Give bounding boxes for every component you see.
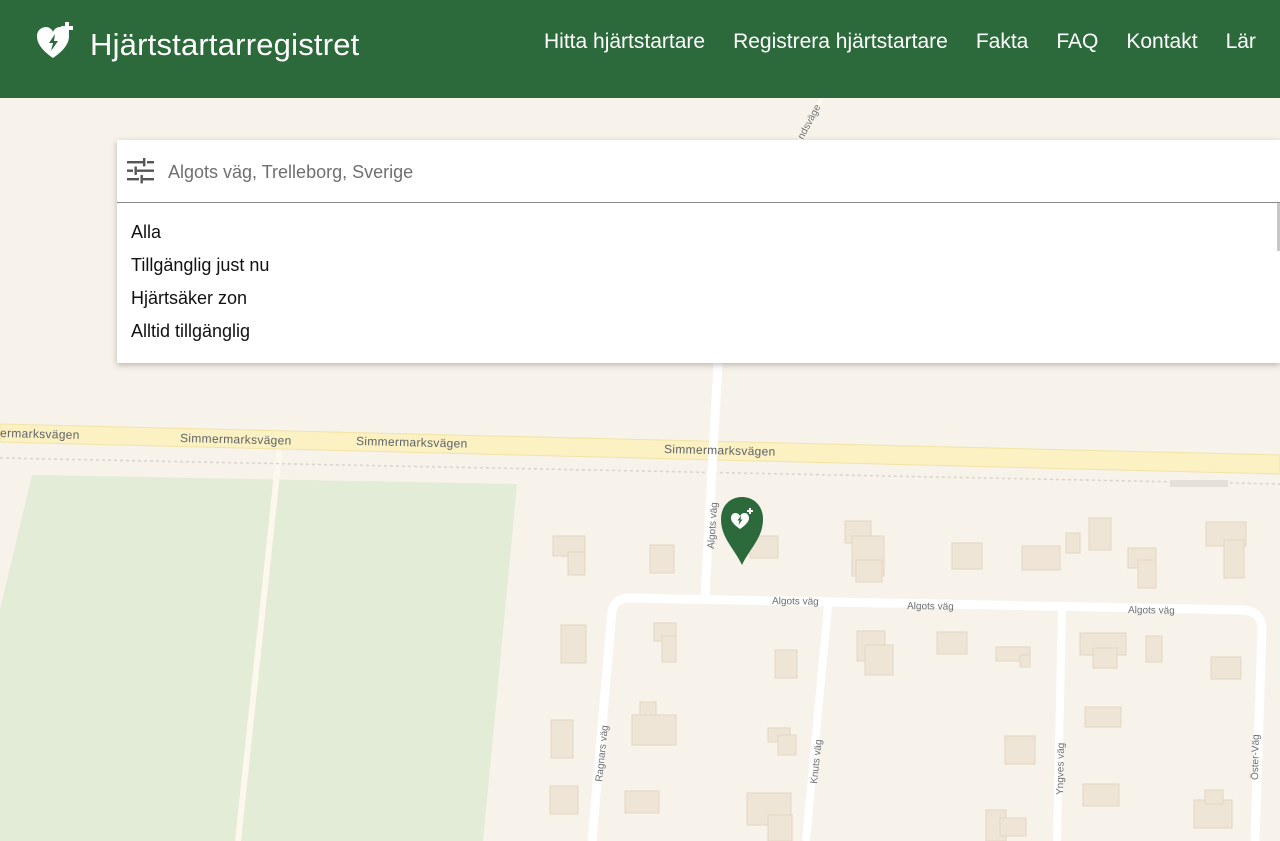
nav-kontakt[interactable]: Kontakt — [1126, 30, 1197, 54]
search-row — [117, 140, 1280, 203]
label-simmermarksvagen-1: Simmermarksvägen — [180, 431, 292, 448]
search-panel: Alla Tillgänglig just nu Hjärtsäker zon … — [117, 140, 1280, 363]
site-title: Hjärtstartarregistret — [90, 26, 360, 62]
label-algots-vag-2: Algots väg — [907, 601, 954, 613]
main-nav: Hitta hjärtstartare Registrera hjärtstar… — [544, 30, 1280, 54]
nav-faq[interactable]: FAQ — [1056, 30, 1098, 54]
label-simmermarksvagen-cut: ermarksvägen — [0, 426, 80, 442]
nav-hitta-hjartstartare[interactable]: Hitta hjärtstartare — [544, 30, 705, 54]
filter-option-alla[interactable]: Alla — [131, 220, 269, 253]
label-algots-vag-3: Algots väg — [1128, 605, 1175, 617]
label-simmermarksvagen-2: Simmermarksvägen — [356, 434, 468, 451]
label-oster-vag: Öster-Väg — [1249, 734, 1262, 780]
nav-fakta[interactable]: Fakta — [976, 30, 1029, 54]
defibrillator-map-marker-icon[interactable] — [720, 496, 764, 566]
brand[interactable]: Hjärtstartarregistret — [36, 22, 360, 67]
label-simmermarksvagen-3: Simmermarksvägen — [664, 442, 776, 459]
search-input[interactable] — [166, 156, 1270, 188]
label-yngves-vag: Yngves väg — [1055, 743, 1067, 795]
heart-defibrillator-icon — [36, 22, 74, 67]
sliders-icon[interactable] — [127, 158, 155, 184]
filter-option-alltid-tillganglig[interactable]: Alltid tillgänglig — [131, 319, 269, 352]
building-strip — [1170, 480, 1228, 487]
filter-option-tillganglig-just-nu[interactable]: Tillgänglig just nu — [131, 253, 269, 286]
top-header: Hjärtstartarregistret Hitta hjärtstartar… — [0, 0, 1280, 98]
nav-lar[interactable]: Lär — [1226, 30, 1256, 54]
filter-list: Alla Tillgänglig just nu Hjärtsäker zon … — [131, 220, 269, 352]
nav-registrera-hjartstartare[interactable]: Registrera hjärtstartare — [733, 30, 948, 54]
road-yngves-vag — [1053, 607, 1066, 841]
filter-option-hjartsaker-zon[interactable]: Hjärtsäker zon — [131, 286, 269, 319]
label-algots-vag-1: Algots väg — [772, 596, 819, 608]
